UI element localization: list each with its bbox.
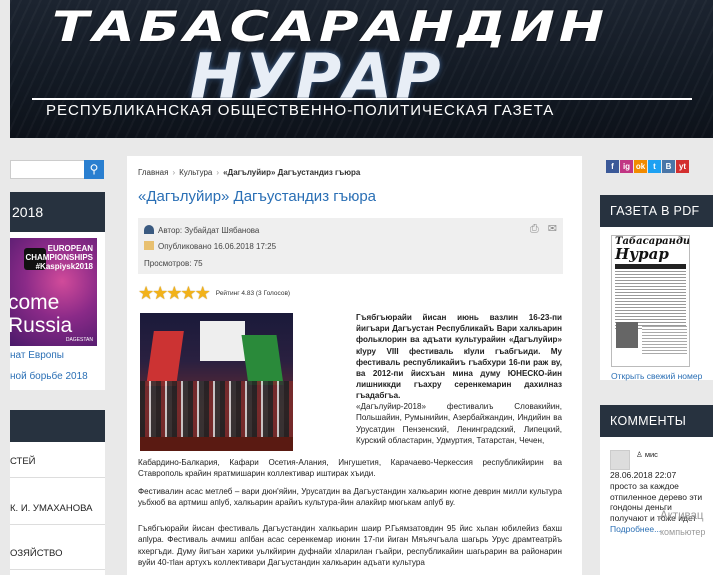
watermark-line2: компьютер <box>660 527 706 537</box>
comments-box: КОММЕНТЫ ♙ мис 28.06.2018 22:07 просто з… <box>600 405 713 575</box>
youtube-icon[interactable]: yt <box>676 160 689 173</box>
promo-line3: #Kaspiysk2018 <box>35 262 93 271</box>
left-menu-item[interactable]: ОЗЯЙСТВО <box>10 548 105 570</box>
paper-photo <box>616 322 638 348</box>
instagram-icon[interactable]: ig <box>620 160 633 173</box>
left-box-heading: 2018 <box>10 192 105 232</box>
open-issue-link[interactable]: Открыть свежий номер <box>611 371 702 381</box>
facebook-icon[interactable]: f <box>606 160 619 173</box>
odnoklassniki-icon[interactable]: ok <box>634 160 647 173</box>
promo-headline: come Russia <box>10 291 73 337</box>
flag-shape <box>200 321 245 361</box>
paper-title-main: Нурар <box>615 245 669 263</box>
watermark-line1: Активац <box>660 510 704 522</box>
author-icon <box>144 225 154 234</box>
left-link-wrestling[interactable]: ной борьбе 2018 <box>10 371 105 382</box>
article-paragraph-3: Гъябгъюрайи йисан фестиваль Дагъустандин… <box>138 524 562 567</box>
article-meta: Автор: Зубайдат Шябанова Опубликовано 16… <box>138 218 563 274</box>
left-menu-box: СТЕЙ К. И. УМАХАНОВА ОЗЯЙСТВО <box>10 410 105 575</box>
breadcrumb-culture[interactable]: Культура <box>179 168 212 177</box>
banner-divider <box>32 98 692 100</box>
email-icon[interactable]: ✉ <box>548 223 557 235</box>
banner-subtitle: РЕСПУБЛИКАНСКАЯ ОБЩЕСТВЕННО-ПОЛИТИЧЕСКАЯ… <box>46 102 555 119</box>
comment-user[interactable]: мис <box>645 450 658 459</box>
flag-shape <box>241 335 284 385</box>
comment-user-icon: ♙ <box>636 450 645 459</box>
star-icon[interactable]: ★ <box>195 284 211 302</box>
breadcrumb-separator: › <box>216 168 220 177</box>
pdf-box: ГАЗЕТА В PDF Табасарандин Нурар Открыть … <box>600 195 713 381</box>
promo-line1: EUROPEAN <box>47 244 93 253</box>
article-photo[interactable] <box>140 313 293 451</box>
search-button[interactable]: ⚲ <box>84 160 104 179</box>
left-menu-heading <box>10 410 105 442</box>
author-text: Автор: Зубайдат Шябанова <box>158 226 260 235</box>
breadcrumb-home[interactable]: Главная <box>138 168 168 177</box>
article-container: Главная › Культура › «Дагълуйир» Дагъустанди… <box>127 156 582 575</box>
avatar <box>610 450 630 470</box>
flag-shape <box>146 331 184 386</box>
article-paragraph-1: «Дагълуйир-2018» фестивалиъ Словакийин, … <box>356 402 562 445</box>
article-lead: Гъябгъюрайи йисан июнь вазлин 16-23-пи й… <box>356 313 562 401</box>
breadcrumb-current: «Дагълуйир» Дагъустандиз гъюра <box>223 168 361 177</box>
promo-line2: CHAMPIONSHIPS <box>25 253 93 262</box>
print-icon[interactable]: ⎙ <box>530 223 539 235</box>
newspaper-thumbnail[interactable]: Табасарандин Нурар <box>611 235 690 367</box>
left-links: нат Европы ной борьбе 2018 <box>10 350 105 392</box>
breadcrumb: Главная › Культура › «Дагълуйир» Дагъустанди… <box>138 168 360 177</box>
meta-views: Просмотров: 75 <box>144 259 203 268</box>
paper-column <box>642 326 687 356</box>
calendar-icon <box>144 241 154 250</box>
site-banner[interactable]: ТАБАСАРАНДИН НУРАР РЕСПУБЛИКАНСКАЯ ОБЩЕС… <box>10 0 713 138</box>
stage-shape <box>140 437 293 451</box>
championship-banner[interactable]: EUROPEAN CHAMPIONSHIPS #Kaspiysk2018 com… <box>10 238 97 346</box>
breadcrumb-separator: › <box>172 168 176 177</box>
published-text: Опубликовано 16.06.2018 17:25 <box>158 242 277 251</box>
left-menu-item[interactable]: К. И. УМАХАНОВА <box>10 503 105 525</box>
meta-author: Автор: Зубайдат Шябанова <box>144 225 259 235</box>
left-link-europe[interactable]: нат Европы <box>10 350 105 361</box>
comments-heading: КОММЕНТЫ <box>600 405 713 437</box>
article-title[interactable]: «Дагълуйир» Дагъустандиз гъюра <box>138 188 376 205</box>
social-links: f ig ok t Byt <box>606 160 690 173</box>
search-input[interactable] <box>10 160 85 179</box>
article-tools: ⎙ ✉ <box>530 222 557 236</box>
rating-widget[interactable]: ★★★★★ Рейтинг 4.83 (3 Голосов) <box>138 284 290 302</box>
twitter-icon[interactable]: t <box>648 160 661 173</box>
vk-icon[interactable]: B <box>662 160 675 173</box>
rating-text: Рейтинг 4.83 (3 Голосов) <box>215 290 291 297</box>
promo-dagestan: DAGESTAN <box>65 337 93 343</box>
meta-published: Опубликовано 16.06.2018 17:25 <box>144 241 276 251</box>
paper-bar <box>615 264 686 269</box>
article-paragraph-1-cont: Кабардино-Балкария, Кафари Осетия-Алания… <box>138 458 562 479</box>
comment-date: 28.06.2018 22:07 <box>610 470 677 480</box>
promo-caption: EUROPEAN CHAMPIONSHIPS #Kaspiysk2018 <box>25 244 93 271</box>
left-menu-item[interactable]: СТЕЙ <box>10 456 105 478</box>
search-icon: ⚲ <box>89 162 99 176</box>
pdf-heading: ГАЗЕТА В PDF <box>600 195 713 227</box>
activation-watermark: Активац компьютер <box>660 508 705 540</box>
article-paragraph-2: Фестивалин асас метлеб – вари дюн'яйин, … <box>138 487 562 508</box>
